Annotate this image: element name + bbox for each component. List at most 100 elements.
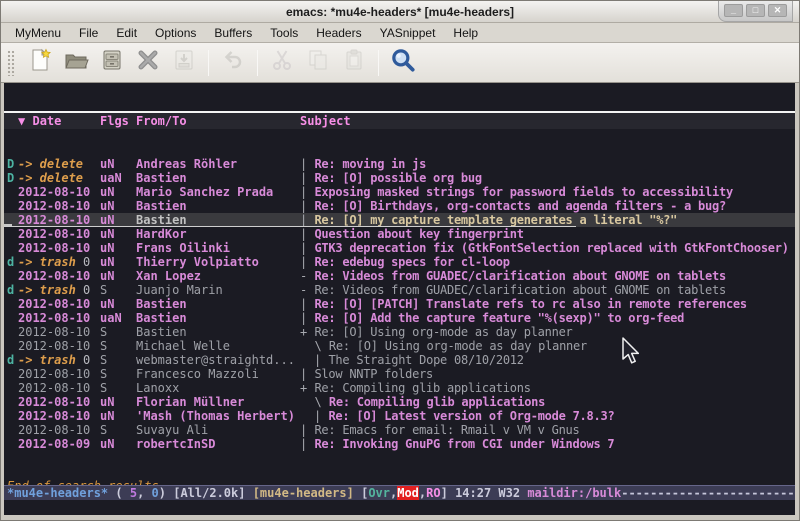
message-row[interactable]: 2012-08-10uNFrans Oilinki| GTK3 deprecat… (4, 241, 795, 255)
message-date: 2012-08-10 (18, 381, 100, 395)
message-mark (4, 227, 18, 241)
scissors-icon (269, 47, 295, 78)
thread-indicator: | (314, 409, 328, 423)
message-subject: | Re: [O] possible org bug (300, 171, 795, 185)
message-row[interactable]: 2012-08-10uNFlorian Müllner \ Re: Compil… (4, 395, 795, 409)
message-from: Bastien (136, 311, 300, 325)
thread-indicator: | (300, 255, 314, 269)
message-flags: uaN (100, 311, 136, 325)
message-row[interactable]: 2012-08-10uNBastien| Re: [O] my capture … (4, 213, 795, 227)
message-row[interactable]: 2012-08-10uNHardKor| Question about key … (4, 227, 795, 241)
message-row[interactable]: 2012-08-10SFrancesco Mazzoli| Slow NNTP … (4, 367, 795, 381)
kill-buffer-button[interactable] (130, 47, 166, 79)
menu-item-options[interactable]: Options (146, 24, 205, 42)
column-from: From/To (136, 113, 300, 129)
close-button[interactable]: ✕ (768, 4, 787, 17)
directory-button[interactable] (94, 47, 130, 79)
save-button[interactable] (166, 47, 202, 79)
message-row[interactable]: 2012-08-10uNBastien| Re: [O] [PATCH] Tra… (4, 297, 795, 311)
emacs-content: ▼ Date Flgs From/To Subject D-> deleteuN… (4, 83, 795, 515)
message-from: Frans Oilinki (136, 241, 300, 255)
modeline-segment: 14:27 W32 (455, 486, 527, 500)
menu-item-tools[interactable]: Tools (261, 24, 307, 42)
menu-item-buffers[interactable]: Buffers (205, 24, 261, 42)
message-subject: | Re: [O] Add the capture feature "%(sex… (300, 311, 795, 325)
modeline-segment: ( (108, 486, 130, 500)
message-row[interactable]: 2012-08-10uaNBastien| Re: [O] Add the ca… (4, 311, 795, 325)
menu-item-help[interactable]: Help (444, 24, 487, 42)
message-row[interactable]: 2012-08-10SLanoxx+ Re: Compiling glib ap… (4, 381, 795, 395)
message-subject: + Re: [O] Using org-mode as day planner (300, 325, 795, 339)
modeline-segment: Mod (397, 486, 419, 500)
message-mark: d (4, 255, 18, 269)
message-subject: \ Re: [O] Using org-mode as day planner (300, 339, 795, 353)
open-file-button[interactable] (58, 47, 94, 79)
message-row[interactable]: d-> trash 0Swebmaster@straightd...| The … (4, 353, 795, 367)
message-row[interactable]: D-> deleteuNAndreas Röhler| Re: moving i… (4, 157, 795, 171)
message-from: Bastien (136, 213, 300, 227)
menu-item-file[interactable]: File (70, 24, 107, 42)
message-date: -> delete (18, 171, 100, 185)
message-flags: uN (100, 409, 136, 423)
menu-item-headers[interactable]: Headers (307, 24, 370, 42)
message-flags: uN (100, 297, 136, 311)
message-mark (4, 325, 18, 339)
modeline-segment: ----------------------------------------… (621, 486, 795, 500)
modeline-segment: [mu4e-headers] (253, 486, 361, 500)
modeline-segment: RO (426, 486, 440, 500)
thread-indicator: + (300, 325, 314, 339)
message-date: 2012-08-10 (18, 241, 100, 255)
message-mark (4, 185, 18, 199)
message-row[interactable]: D-> deleteuaNBastien| Re: [O] possible o… (4, 171, 795, 185)
menu-item-mymenu[interactable]: MyMenu (6, 24, 70, 42)
paste-button[interactable] (336, 47, 372, 79)
message-date: -> trash 0 (18, 283, 100, 297)
message-date: 2012-08-10 (18, 269, 100, 283)
message-date: 2012-08-10 (18, 297, 100, 311)
modeline-segment: , (137, 486, 151, 500)
thread-indicator: + (300, 381, 314, 395)
undo-button[interactable] (215, 47, 251, 79)
thread-indicator: \ (300, 339, 329, 353)
message-mark (4, 367, 18, 381)
message-row[interactable]: d-> trash 0uNThierry Volpiatto| Re: edeb… (4, 255, 795, 269)
column-subject: Subject (300, 113, 795, 129)
message-row[interactable]: 2012-08-10SMichael Welle \ Re: [O] Using… (4, 339, 795, 353)
message-row[interactable]: 2012-08-10uNBastien| Re: [O] Birthdays, … (4, 199, 795, 213)
modeline-segment: [All/2.0k] (173, 486, 252, 500)
message-subject: | Re: edebug specs for cl-loop (300, 255, 795, 269)
message-date: -> trash 0 (18, 353, 100, 367)
cut-button[interactable] (264, 47, 300, 79)
modeline-segment: *mu4e-headers* (7, 486, 108, 500)
sort-indicator-icon: ▼ (18, 114, 25, 128)
thread-indicator: - (300, 283, 314, 297)
toolbar-grip[interactable] (7, 50, 15, 76)
mu4e-headers-buffer: ▼ Date Flgs From/To Subject D-> deleteuN… (4, 83, 795, 485)
message-flags: uN (100, 157, 136, 171)
message-row[interactable]: 2012-08-09uNrobertcInSD| Re: Invoking Gn… (4, 437, 795, 451)
message-row[interactable]: d-> trash 0SJuanjo Marin- Re: Videos fro… (4, 283, 795, 297)
message-subject: | Exposing masked strings for password f… (300, 185, 795, 199)
message-flags: uN (100, 241, 136, 255)
message-row[interactable]: 2012-08-10SSuvayu Ali| Re: Emacs for ema… (4, 423, 795, 437)
message-row[interactable]: 2012-08-10uNXan Lopez- Re: Videos from G… (4, 269, 795, 283)
search-icon (389, 46, 417, 79)
message-subject: - Re: Videos from GUADEC/clarification a… (300, 283, 795, 297)
minimize-button[interactable]: _ (724, 4, 743, 17)
new-file-button[interactable] (22, 47, 58, 79)
menu-item-yasnippet[interactable]: YASnippet (371, 24, 445, 42)
message-row[interactable]: 2012-08-10SBastien+ Re: [O] Using org-mo… (4, 325, 795, 339)
mode-line[interactable]: *mu4e-headers* ( 5, 0) [All/2.0k] [mu4e-… (4, 485, 795, 500)
menu-item-edit[interactable]: Edit (107, 24, 146, 42)
message-row[interactable]: 2012-08-10uNMario Sanchez Prada| Exposin… (4, 185, 795, 199)
tool-bar (1, 43, 799, 83)
search-button[interactable] (385, 47, 421, 79)
message-subject: | Question about key fingerprint (300, 227, 795, 241)
message-mark: D (4, 171, 18, 185)
maximize-button[interactable]: □ (746, 4, 765, 17)
message-date: 2012-08-10 (18, 213, 100, 227)
thread-indicator: | (300, 297, 314, 311)
copy-button[interactable] (300, 47, 336, 79)
message-row[interactable]: 2012-08-10uN'Mash (Thomas Herbert)| Re: … (4, 409, 795, 423)
message-date: 2012-08-10 (18, 339, 100, 353)
